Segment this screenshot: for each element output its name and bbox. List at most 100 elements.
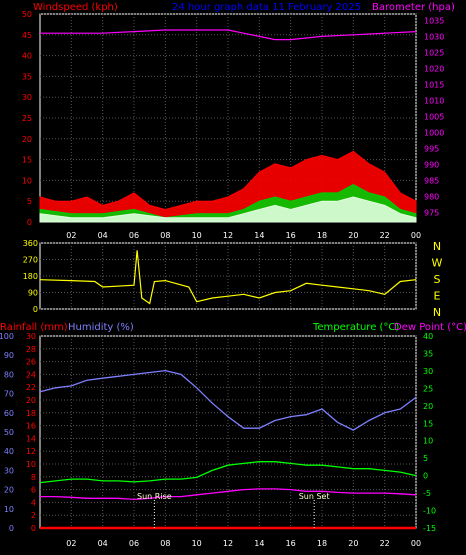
axis-tick-label: 15 (423, 419, 433, 428)
axis-tick-label: 90 (4, 351, 14, 360)
axis-tick-label: 0 (31, 524, 36, 533)
axis-tick-label: 40 (423, 332, 433, 341)
axis-tick-label: 90 (28, 289, 38, 298)
axis-tick-label: 8 (31, 473, 36, 482)
time-tick-label: 02 (66, 539, 76, 548)
barometer-axis: 975 980 985 990 995 1000 1005 1010 1015 1020 1025 1… (424, 16, 444, 217)
axis-tick-label: 30 (22, 93, 32, 102)
axis-tick-label: 0 (423, 472, 428, 481)
axis-tick-label: 50 (4, 428, 14, 437)
axis-tick-label: 180 (23, 272, 38, 281)
direction-panel-grid (40, 242, 417, 310)
dewpoint-line (40, 488, 417, 501)
wind-panel-time-axis: 02 04 06 08 10 12 14 16 18 20 22 00 (66, 231, 421, 240)
axis-tick-label: 1015 (424, 80, 444, 89)
time-tick-label: 06 (129, 231, 139, 240)
axis-tick-label: 30 (423, 367, 433, 376)
time-tick-label: 06 (129, 539, 139, 548)
time-tick-label: 18 (317, 539, 327, 548)
axis-tick-label: 100 (0, 332, 14, 341)
time-tick-label: 10 (192, 231, 202, 240)
axis-tick-label: 22 (26, 383, 36, 392)
humidity-axis: 0 10 20 30 40 50 60 70 80 90 100 (0, 332, 14, 533)
windspeed-axis: 0 5 10 15 20 25 30 35 40 45 50 (22, 10, 32, 227)
axis-tick-label: 6 (31, 486, 36, 495)
axis-tick-label: 995 (424, 144, 439, 153)
climate-panel-time-axis: 02 04 06 08 10 12 14 16 18 20 22 00 (66, 539, 421, 548)
wind-barometer-panel: 05101520253035404550 9759809859909951000… (22, 10, 445, 240)
axis-tick-label: 20 (423, 402, 433, 411)
windspeed-title: Windspeed (kph) (33, 2, 118, 13)
axis-tick-label: 2 (31, 511, 36, 520)
time-tick-label: 22 (380, 231, 390, 240)
axis-tick-label: 1030 (424, 32, 444, 41)
compass-label: N (433, 306, 441, 319)
compass-label: S (434, 273, 441, 286)
axis-tick-label: 5 (423, 454, 428, 463)
time-tick-label: 16 (286, 231, 296, 240)
axis-tick-label: 35 (22, 72, 32, 81)
axis-tick-label: 10 (423, 437, 433, 446)
axis-tick-label: 26 (26, 358, 36, 367)
time-tick-label: 00 (411, 231, 421, 240)
axis-tick-label: 10 (26, 460, 36, 469)
barometer-title: Barometer (hpa) (372, 2, 455, 13)
axis-tick-label: 20 (22, 135, 32, 144)
axis-tick-label: 1020 (424, 64, 444, 73)
axis-tick-label: 990 (424, 160, 439, 169)
axis-tick-label: 1000 (424, 128, 444, 137)
temperature-line (39, 461, 417, 484)
time-tick-label: 02 (66, 231, 76, 240)
axis-tick-label: 40 (22, 52, 32, 61)
axis-tick-label: -15 (423, 524, 436, 533)
axis-tick-label: 30 (4, 466, 14, 475)
axis-tick-label: 30 (26, 332, 36, 341)
sunrise-label: Sun Rise (137, 492, 172, 501)
axis-tick-label: 4 (31, 498, 36, 507)
axis-tick-label: 60 (4, 409, 14, 418)
axis-tick-label: 15 (22, 156, 32, 165)
axis-tick-label: 20 (4, 486, 14, 495)
axis-tick-label: 25 (22, 114, 32, 123)
time-tick-label: 20 (348, 539, 358, 548)
humidity-temperature-panel: 0102030405060708090100 02468101214161820… (0, 332, 436, 548)
compass-label: E (434, 290, 441, 303)
axis-tick-label: 18 (26, 409, 36, 418)
axis-tick-label: 1025 (424, 48, 444, 57)
time-tick-label: 12 (223, 539, 233, 548)
temperature-axis: -15 -10 -5 0 5 10 15 20 25 30 35 40 (423, 332, 436, 533)
axis-tick-label: 0 (33, 305, 38, 314)
time-tick-label: 16 (286, 539, 296, 548)
axis-tick-label: 10 (22, 176, 32, 185)
axis-tick-label: 360 (23, 239, 38, 248)
compass-label: W (432, 257, 443, 270)
axis-tick-label: 10 (4, 505, 14, 514)
axis-tick-label: -5 (423, 489, 431, 498)
axis-tick-label: 40 (4, 447, 14, 456)
axis-tick-label: 24 (26, 370, 36, 379)
weather-graph: Windspeed (kph) 24 hour graph data 11 Fe… (0, 2, 466, 548)
axis-tick-label: 12 (26, 447, 36, 456)
time-tick-label: 14 (254, 539, 264, 548)
humidity-line (39, 369, 417, 431)
direction-degrees-axis: 0 90 180 270 360 (23, 239, 38, 314)
time-tick-label: 04 (98, 539, 108, 548)
graph-date-title: 24 hour graph data 11 February 2025 (172, 2, 361, 13)
axis-tick-label: 980 (424, 192, 439, 201)
axis-tick-label: 1035 (424, 16, 444, 25)
axis-tick-label: 45 (22, 31, 32, 40)
axis-tick-label: 50 (22, 10, 32, 19)
axis-tick-label: 80 (4, 370, 14, 379)
axis-tick-label: 25 (423, 384, 433, 393)
time-tick-label: 14 (254, 231, 264, 240)
time-tick-label: 20 (348, 231, 358, 240)
axis-tick-label: 1005 (424, 112, 444, 121)
axis-tick-label: 0 (27, 218, 32, 227)
temperature-title: Temperature (°C) (312, 322, 399, 333)
time-tick-label: 22 (380, 539, 390, 548)
axis-tick-label: 20 (26, 396, 36, 405)
wind-direction-panel: 090180270360 NWSEN (23, 239, 443, 319)
axis-tick-label: -10 (423, 507, 436, 516)
axis-tick-label: 985 (424, 176, 439, 185)
axis-tick-label: 975 (424, 208, 439, 217)
